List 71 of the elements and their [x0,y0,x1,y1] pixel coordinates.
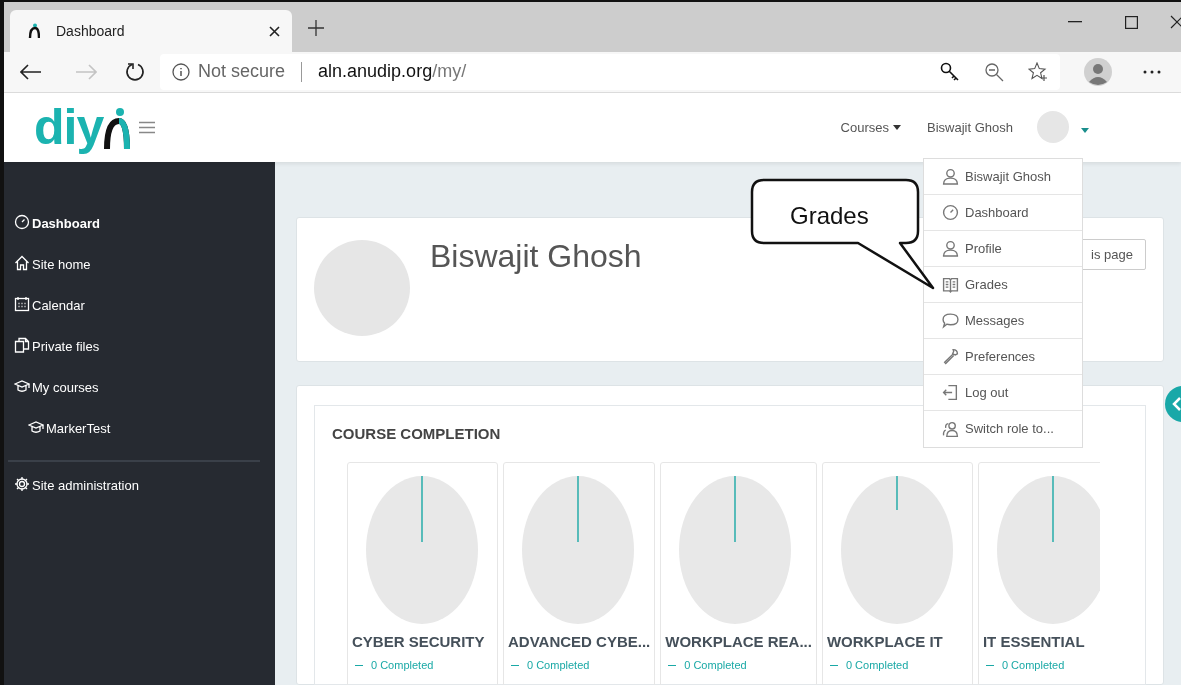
section-title: COURSE COMPLETION [332,424,501,444]
gauge-icon [14,214,30,230]
caret-icon [893,124,901,130]
close-icon[interactable] [1170,15,1181,29]
user-name-link[interactable]: Biswajit Ghosh [927,117,1013,138]
book-icon [942,276,959,293]
dash-icon [355,664,363,666]
security-label: Not secure [198,60,286,84]
back-icon[interactable] [20,63,42,80]
dash-icon [829,664,838,666]
course-tile[interactable]: ADVANCED CYBE... 0 Completed [503,461,656,685]
completion-status: 0 Completed [684,658,747,673]
graduation-cap-icon [14,378,30,394]
browser-tab[interactable]: Dashboard [10,10,292,52]
completion-status: 0 Completed [845,658,909,673]
maximize-icon[interactable] [1124,15,1138,29]
dash-icon [985,664,994,666]
completion-status: 0 Completed [371,658,434,673]
profile-icon[interactable] [1084,57,1112,86]
key-icon[interactable] [940,61,960,82]
sidebar-item[interactable]: Calendar [4,296,275,337]
course-title: WORKPLACE IT [826,631,944,652]
completion-status: 0 Completed [1001,658,1065,673]
sidebar-item[interactable]: My courses [4,378,275,419]
logo-text: diy [34,102,104,153]
refresh-icon[interactable] [125,61,145,82]
chat-icon [942,312,959,329]
course-tile[interactable]: WORKPLACE IT 0 Completed [821,461,973,685]
courses-menu[interactable]: Courses [840,117,901,138]
completion-status: 0 Completed [527,658,590,673]
sidebar-item[interactable]: Dashboard [4,214,275,255]
gear-icon [14,476,30,492]
logo-figure-icon [103,108,132,151]
new-tab-icon[interactable] [308,20,324,36]
sidebar-item[interactable]: MarkerTest [4,419,275,460]
url-text: aln.anudip.org/my/ [318,60,467,84]
more-icon[interactable] [1143,69,1161,74]
callout-text: Grades [790,201,869,231]
sidebar-item[interactable]: Site home [4,255,275,296]
course-tile[interactable]: CYBER SECURITY 0 Completed [347,461,498,685]
gauge-icon [942,204,959,221]
course-title: IT ESSENTIAL [982,631,1086,652]
favicon-icon [28,23,40,39]
favorite-icon[interactable] [1028,61,1048,82]
course-title: WORKPLACE REA... [665,631,812,652]
tab-title: Dashboard [56,21,126,41]
users-icon [942,420,959,438]
sidebar-item[interactable]: Site administration [4,476,275,517]
logout-icon [942,384,959,401]
course-tile[interactable]: IT ESSENTIAL 0 Completed [977,461,1100,685]
info-icon [172,62,190,81]
minimize-icon[interactable] [1068,21,1082,23]
user-icon [942,168,959,185]
user-name: Biswajit Ghosh [430,237,642,276]
files-icon [14,337,30,353]
user-icon [942,240,959,257]
caret-icon[interactable] [1081,127,1089,133]
course-tile[interactable]: WORKPLACE REA... 0 Completed [660,461,817,685]
dash-icon [511,664,519,666]
graduation-cap-icon [28,419,44,435]
home-icon [14,255,30,271]
close-icon[interactable] [269,25,280,37]
calendar-icon [14,296,30,312]
course-title: ADVANCED CYBE... [508,631,651,652]
dash-icon [668,664,677,666]
course-title: CYBER SECURITY [352,631,486,652]
sidebar-item[interactable]: Private files [4,337,275,378]
zoom-out-icon[interactable] [984,61,1004,82]
menu-icon[interactable] [139,120,156,134]
address-bar[interactable]: Not secure aln.anudip.org/my/ [160,53,1060,90]
wrench-icon [942,348,959,365]
